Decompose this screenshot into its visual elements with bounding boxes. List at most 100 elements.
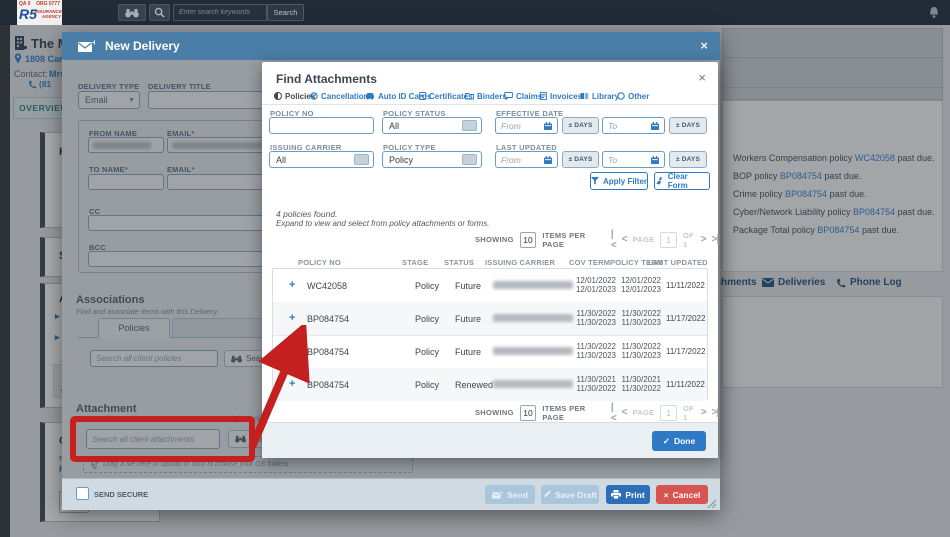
items-per-page-input[interactable]: 10: [520, 232, 537, 248]
policy-type-select[interactable]: Policy: [382, 151, 482, 168]
policy-status-select[interactable]: All: [382, 117, 482, 134]
first-page-icon[interactable]: |<: [611, 229, 616, 251]
new-delivery-footer: SEND SECURE + Send Save Draft Print × Ca…: [62, 478, 720, 510]
last-page-icon[interactable]: >|: [712, 234, 719, 245]
redacted-carrier: [493, 380, 573, 388]
items-per-page-label: ITEMS PER PAGE: [542, 231, 587, 249]
certificate-icon: [419, 92, 426, 100]
global-search-input[interactable]: [173, 4, 267, 21]
first-page-icon[interactable]: |<: [611, 402, 616, 424]
calendar-icon: [544, 156, 552, 164]
send-icon: +: [492, 491, 503, 499]
svg-text:+: +: [501, 491, 503, 495]
last-updated-from-days-button[interactable]: ± DAYS: [562, 151, 599, 168]
magnifier-button[interactable]: [149, 4, 170, 21]
send-secure-label: SEND SECURE: [94, 490, 148, 499]
circle-icon: [617, 92, 625, 100]
table-row[interactable]: + BP084754 Policy Renewed 11/30/202111/3…: [273, 368, 707, 401]
next-page-icon[interactable]: >: [701, 407, 706, 418]
page-label: PAGE: [632, 235, 654, 244]
effective-to-days-button[interactable]: ± DAYS: [669, 117, 707, 134]
speech-bubble-icon: [504, 92, 513, 100]
folder-icon: [465, 92, 474, 100]
showing-label: SHOWING: [475, 235, 514, 244]
dialog-footer: ✓ Done: [262, 422, 718, 458]
clear-form-button[interactable]: Clear Form: [654, 172, 710, 190]
page-of-label: OF 1: [683, 231, 695, 249]
send-button[interactable]: + Send: [485, 485, 535, 504]
col-header-stage: STAGE: [402, 258, 428, 267]
save-draft-button[interactable]: Save Draft: [541, 485, 599, 504]
bell-icon[interactable]: [928, 6, 940, 19]
paging-top: SHOWING 10 ITEMS PER PAGE |< < PAGE 1 OF…: [475, 232, 718, 247]
page-of-label: OF 1: [683, 404, 695, 422]
dialog-close-icon[interactable]: ×: [698, 70, 706, 85]
items-per-page-input[interactable]: 10: [520, 405, 537, 421]
binoculars-button[interactable]: [118, 4, 146, 21]
next-page-icon[interactable]: >: [701, 234, 706, 245]
policies-table: + WC42058 Policy Future 12/01/202212/01/…: [272, 268, 708, 401]
modal-close-icon[interactable]: ×: [700, 38, 708, 53]
issuing-carrier-select[interactable]: All: [269, 151, 374, 168]
logo-org-text: ORG 0777: [36, 1, 60, 7]
col-header-policy-no: POLICY NO: [298, 258, 341, 267]
results-hint: Expand to view and select from policy at…: [276, 219, 489, 228]
policy-no-input[interactable]: [269, 117, 374, 134]
resize-handle[interactable]: [706, 498, 716, 508]
cancel-button[interactable]: × Cancel: [656, 485, 708, 504]
page-number-input[interactable]: 1: [660, 232, 677, 248]
print-button[interactable]: Print: [606, 485, 650, 504]
expand-icon[interactable]: +: [289, 279, 295, 291]
calendar-icon: [651, 122, 659, 130]
last-updated-to-input[interactable]: To: [602, 151, 665, 168]
table-row[interactable]: + BP084754 Policy Future 11/30/202211/30…: [273, 335, 707, 369]
done-button[interactable]: ✓ Done: [652, 431, 706, 451]
effective-from-days-button[interactable]: ± DAYS: [562, 117, 599, 134]
tab-library[interactable]: Library: [580, 92, 619, 101]
last-page-icon[interactable]: >|: [712, 407, 719, 418]
select-icon: [354, 154, 369, 165]
prev-page-icon[interactable]: <: [622, 234, 627, 245]
last-updated-from-input[interactable]: From: [495, 151, 558, 168]
tab-invoices[interactable]: Invoices: [540, 92, 582, 101]
logo-tagline: INSURANCE AGENCY: [35, 9, 61, 19]
printer-icon: [611, 490, 621, 499]
prev-page-icon[interactable]: <: [622, 407, 627, 418]
page-number-input[interactable]: 1: [660, 405, 677, 421]
redacted-carrier: [493, 314, 573, 322]
col-header-cov-term: COV TERM: [569, 258, 610, 267]
clear-sweep-icon: [655, 177, 664, 185]
redacted-carrier: [493, 281, 573, 289]
table-row[interactable]: + WC42058 Policy Future 12/01/202212/01/…: [273, 269, 707, 303]
items-per-page-label: ITEMS PER PAGE: [542, 404, 587, 422]
tab-other[interactable]: Other: [617, 92, 649, 101]
tab-claims[interactable]: Claims: [504, 92, 542, 101]
expand-icon[interactable]: +: [289, 312, 295, 324]
tab-binders[interactable]: Binders: [465, 92, 507, 101]
svg-text:+: +: [92, 40, 95, 47]
policies-icon: [274, 92, 282, 100]
new-delivery-header: + New Delivery ×: [62, 32, 720, 60]
calendar-icon: [651, 156, 659, 164]
table-row[interactable]: + BP084754 Policy Future 11/30/202211/30…: [273, 302, 707, 336]
cancellations-icon: [310, 92, 318, 100]
effective-from-input[interactable]: From: [495, 117, 558, 134]
last-updated-to-days-button[interactable]: ± DAYS: [669, 151, 707, 168]
global-search-button[interactable]: Search: [267, 4, 304, 21]
check-icon: ✓: [663, 436, 670, 447]
top-bar: QA 0 ORG 0777 R5 INSURANCE AGENCY Search: [0, 0, 950, 25]
results-count: 4 policies found.: [276, 209, 337, 219]
send-secure-checkbox[interactable]: [76, 487, 89, 500]
filter-funnel-icon: [591, 177, 599, 185]
car-icon: [365, 92, 375, 100]
showing-label: SHOWING: [475, 408, 514, 417]
effective-to-input[interactable]: To: [602, 117, 665, 134]
dialog-title: Find Attachments: [276, 72, 377, 86]
app-logo: QA 0 ORG 0777 R5 INSURANCE AGENCY: [17, 0, 62, 25]
col-header-issuing-carrier: ISSUING CARRIER: [485, 258, 555, 267]
apply-filter-button[interactable]: Apply Filter: [590, 172, 648, 190]
col-header-last-updated: LAST UPDATED: [648, 258, 708, 267]
close-icon: ×: [664, 490, 669, 500]
redacted-carrier: [493, 347, 573, 355]
tab-cancellations[interactable]: Cancellations: [310, 92, 373, 101]
